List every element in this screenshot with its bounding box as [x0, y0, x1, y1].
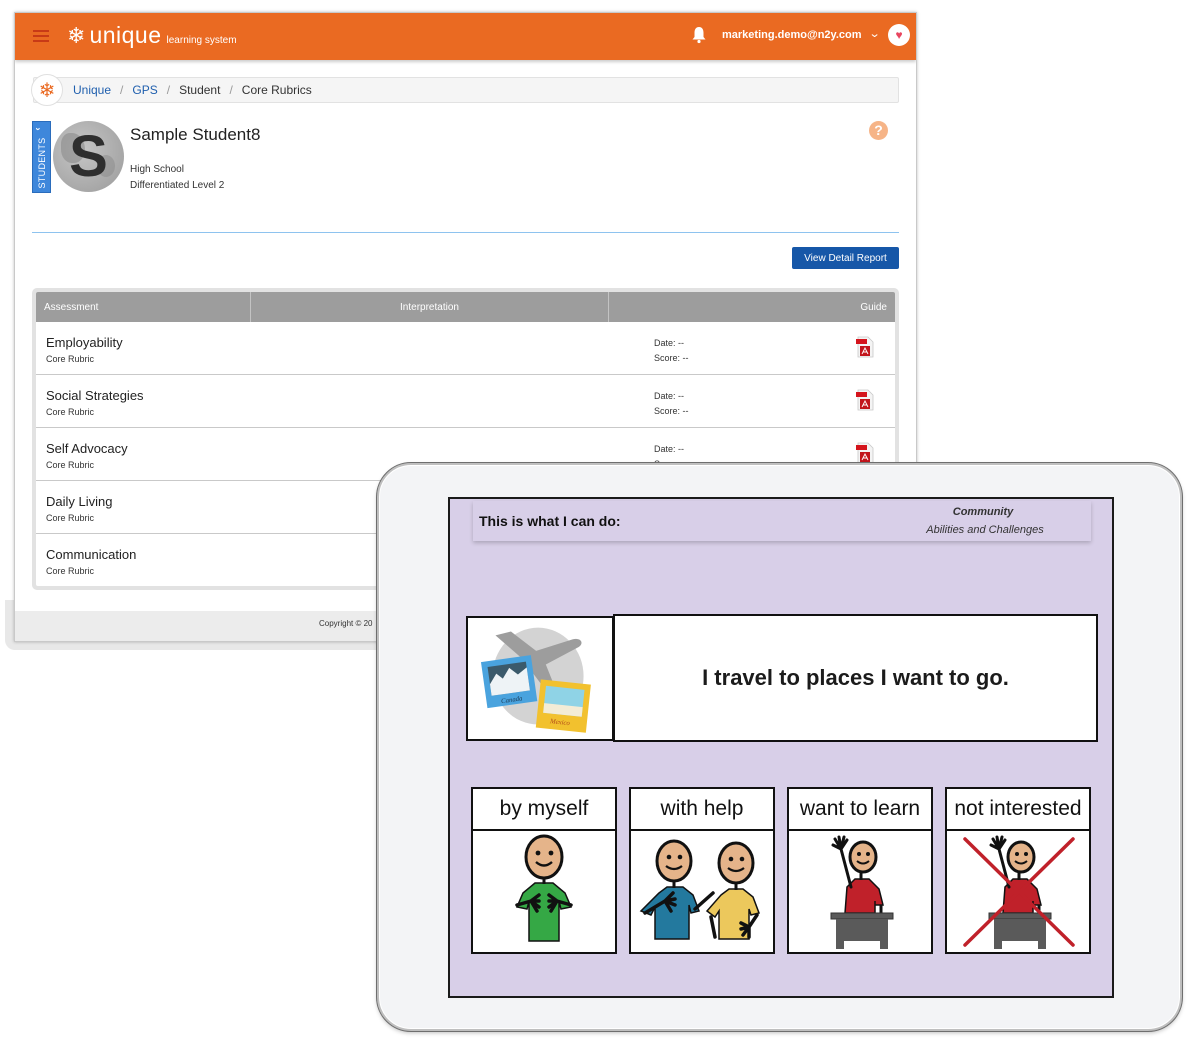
breadcrumb-unique[interactable]: Unique — [73, 83, 111, 97]
assessment-type: Core Rubric — [46, 407, 95, 417]
student-level: Differentiated Level 2 — [130, 180, 225, 191]
breadcrumb-separator: / — [229, 83, 233, 97]
assessment-type: Core Rubric — [46, 566, 95, 576]
view-detail-report-button[interactable]: View Detail Report — [792, 247, 899, 269]
bell-icon[interactable] — [691, 26, 707, 44]
table-row: Employability Core Rubric Date: -- Score: -… — [36, 322, 895, 375]
column-header-guide: Guide — [860, 301, 887, 313]
app-logo[interactable]: ❄ unique learning system — [67, 23, 237, 48]
assessment-type: Core Rubric — [46, 513, 95, 523]
student-name: Sample Student8 — [130, 125, 261, 144]
student-raising-hand-icon — [830, 835, 894, 949]
student-school: High School — [130, 164, 184, 175]
pdf-icon[interactable] — [856, 336, 874, 358]
assessment-name[interactable]: Daily Living — [46, 494, 112, 509]
snowflake-icon: ❄ — [38, 79, 56, 102]
statement-card: I travel to places I want to go. — [613, 614, 1098, 742]
choice-label: not interested — [947, 789, 1089, 831]
breadcrumb-separator: / — [166, 83, 171, 97]
choice-label: want to learn — [789, 789, 931, 831]
heart-icon: ♥ — [895, 28, 903, 42]
column-header-interpretation: Interpretation — [251, 292, 609, 322]
people-helping-icon — [639, 839, 760, 940]
pdf-icon[interactable] — [856, 389, 874, 411]
choice-want-to-learn[interactable]: want to learn — [787, 787, 933, 954]
assessment-score: Score: -- — [654, 406, 689, 416]
user-avatar[interactable]: ♥ — [888, 24, 910, 46]
breadcrumb-home-logo[interactable]: ❄ — [31, 74, 63, 106]
choice-label: with help — [631, 789, 773, 831]
hamburger-icon[interactable] — [33, 30, 49, 42]
help-icon[interactable]: ? — [869, 121, 888, 140]
assessment-date: Date: -- — [654, 444, 685, 454]
chevron-right-icon: › — [33, 127, 44, 131]
choice-label: by myself — [473, 789, 615, 831]
choice-not-interested[interactable]: not interested — [945, 787, 1091, 954]
assessment-name[interactable]: Employability — [46, 335, 123, 350]
students-drawer-tab[interactable]: › STUDENTS — [32, 121, 51, 193]
snowflake-icon: ❄ — [67, 23, 86, 48]
assessment-type: Core Rubric — [46, 354, 95, 364]
assessment-date: Date: -- — [654, 391, 685, 401]
column-header-assessment: Assessment — [36, 292, 251, 322]
choice-by-myself[interactable]: by myself — [471, 787, 617, 954]
table-header: Assessment Interpretation Guide — [36, 292, 895, 322]
activity-header: This is what I can do: Community Abiliti… — [473, 501, 1091, 541]
breadcrumb-gps[interactable]: GPS — [132, 83, 157, 97]
tablet-screen: This is what I can do: Community Abiliti… — [448, 497, 1114, 998]
choice-with-help[interactable]: with help — [629, 787, 775, 954]
statement-text: I travel to places I want to go. — [702, 665, 1009, 690]
top-navbar: ❄ unique learning system marketing.demo@… — [15, 13, 916, 60]
student-initial: S — [69, 123, 108, 189]
activity-subcategory: Abilities and Challenges — [926, 524, 1044, 536]
assessment-name[interactable]: Self Advocacy — [46, 441, 128, 456]
travel-photos-image: Canada Mexico — [466, 616, 614, 741]
crossed-out-student-icon — [963, 835, 1075, 949]
copyright-text: Copyright © 20 — [319, 619, 373, 628]
logo-subtext: learning system — [166, 35, 237, 46]
logo-text: unique — [89, 22, 162, 48]
students-tab-label: STUDENTS — [36, 137, 47, 189]
table-row: Social Strategies Core Rubric Date: -- Scor… — [36, 375, 895, 428]
chevron-down-icon[interactable]: ⌄ — [869, 27, 881, 40]
assessment-name[interactable]: Communication — [46, 547, 136, 562]
assessment-type: Core Rubric — [46, 460, 95, 470]
activity-category: Community — [952, 506, 1014, 518]
assessment-date: Date: -- — [654, 338, 685, 348]
assessment-name[interactable]: Social Strategies — [46, 388, 144, 403]
breadcrumb-core-rubrics: Core Rubrics — [241, 83, 312, 97]
breadcrumb: Unique / GPS / Student / Core Rubrics — [33, 77, 899, 103]
activity-title: This is what I can do: — [479, 513, 621, 529]
student-avatar: S — [53, 121, 124, 192]
assessment-score: Score: -- — [654, 353, 689, 363]
user-email-menu[interactable]: marketing.demo@n2y.com — [722, 29, 862, 41]
person-self-icon — [515, 834, 573, 942]
pdf-icon[interactable] — [856, 442, 874, 464]
breadcrumb-separator: / — [120, 83, 124, 97]
travel-airplane-icon: Canada Mexico — [480, 627, 591, 733]
section-divider — [32, 232, 899, 233]
breadcrumb-student: Student — [179, 83, 221, 97]
